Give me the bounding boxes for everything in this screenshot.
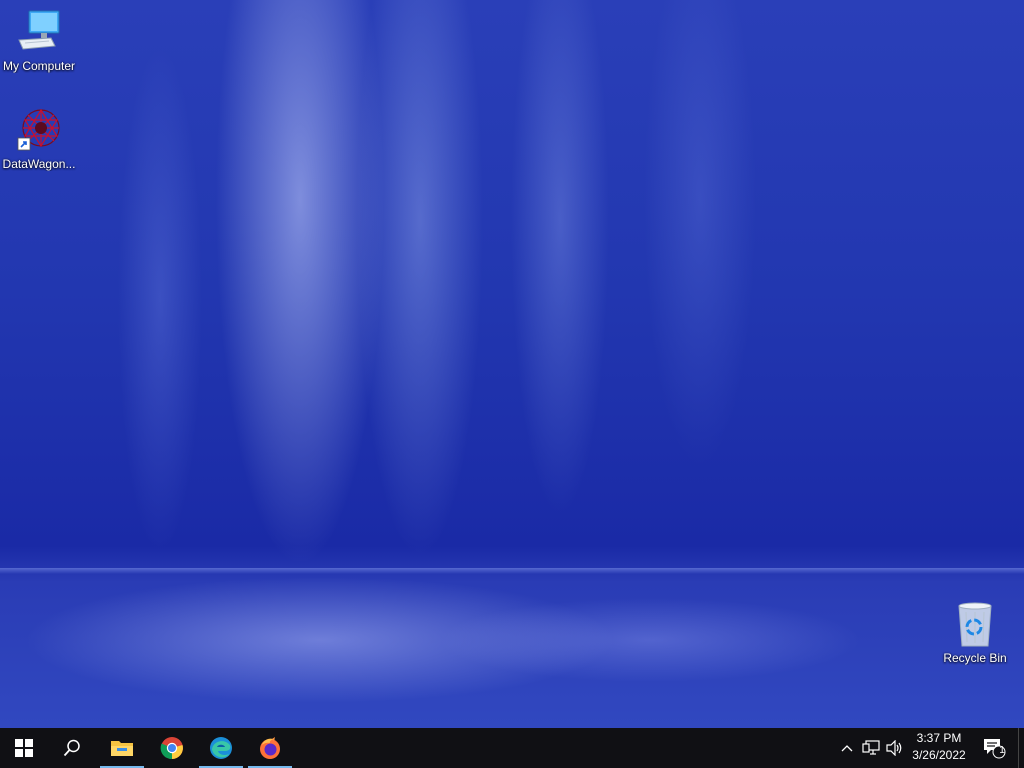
taskbar: 3:37 PM 3/26/2022 1 (0, 728, 1024, 768)
network-button[interactable] (860, 728, 882, 768)
clock-time: 3:37 PM (916, 731, 962, 745)
windows-logo-icon (15, 739, 33, 757)
volume-icon (886, 740, 902, 756)
desktop-icon-recycle-bin[interactable]: Recycle Bin (937, 600, 1013, 665)
desktop[interactable]: My Computer DataWagon... Recycle Bin (0, 0, 1024, 728)
desktop-icon-label: DataWagon... (2, 157, 76, 171)
taskbar-edge[interactable] (197, 728, 245, 768)
wallpaper-horizon (0, 568, 1024, 574)
recycle-bin-icon (951, 600, 999, 648)
desktop-icon-my-computer[interactable]: My Computer (1, 8, 77, 73)
action-center-button[interactable]: 1 (978, 728, 1010, 768)
desktop-icon-label: Recycle Bin (943, 651, 1007, 665)
clock-date: 3/26/2022 (912, 748, 966, 762)
show-desktop-button[interactable] (1018, 728, 1024, 768)
taskbar-file-explorer[interactable] (98, 728, 146, 768)
volume-button[interactable] (884, 728, 906, 768)
file-explorer-icon (111, 741, 133, 756)
notification-count-badge: 1 (999, 745, 1005, 756)
desktop-icon-label: My Computer (2, 59, 76, 73)
chevron-up-icon (841, 745, 853, 752)
chrome-icon (160, 737, 183, 760)
taskbar-chrome[interactable] (148, 728, 196, 768)
desktop-icon-datawagon[interactable]: DataWagon... (1, 106, 77, 171)
network-icon (862, 740, 880, 755)
search-button[interactable] (48, 728, 96, 768)
clock[interactable]: 3:37 PM 3/26/2022 (906, 730, 972, 766)
firefox-icon (260, 737, 280, 759)
datawagon-icon (15, 106, 63, 154)
start-button[interactable] (0, 728, 48, 768)
edge-icon (210, 737, 232, 759)
show-hidden-icons-button[interactable] (838, 728, 856, 768)
taskbar-firefox[interactable] (246, 728, 294, 768)
search-icon (63, 739, 80, 757)
computer-icon (15, 8, 63, 56)
